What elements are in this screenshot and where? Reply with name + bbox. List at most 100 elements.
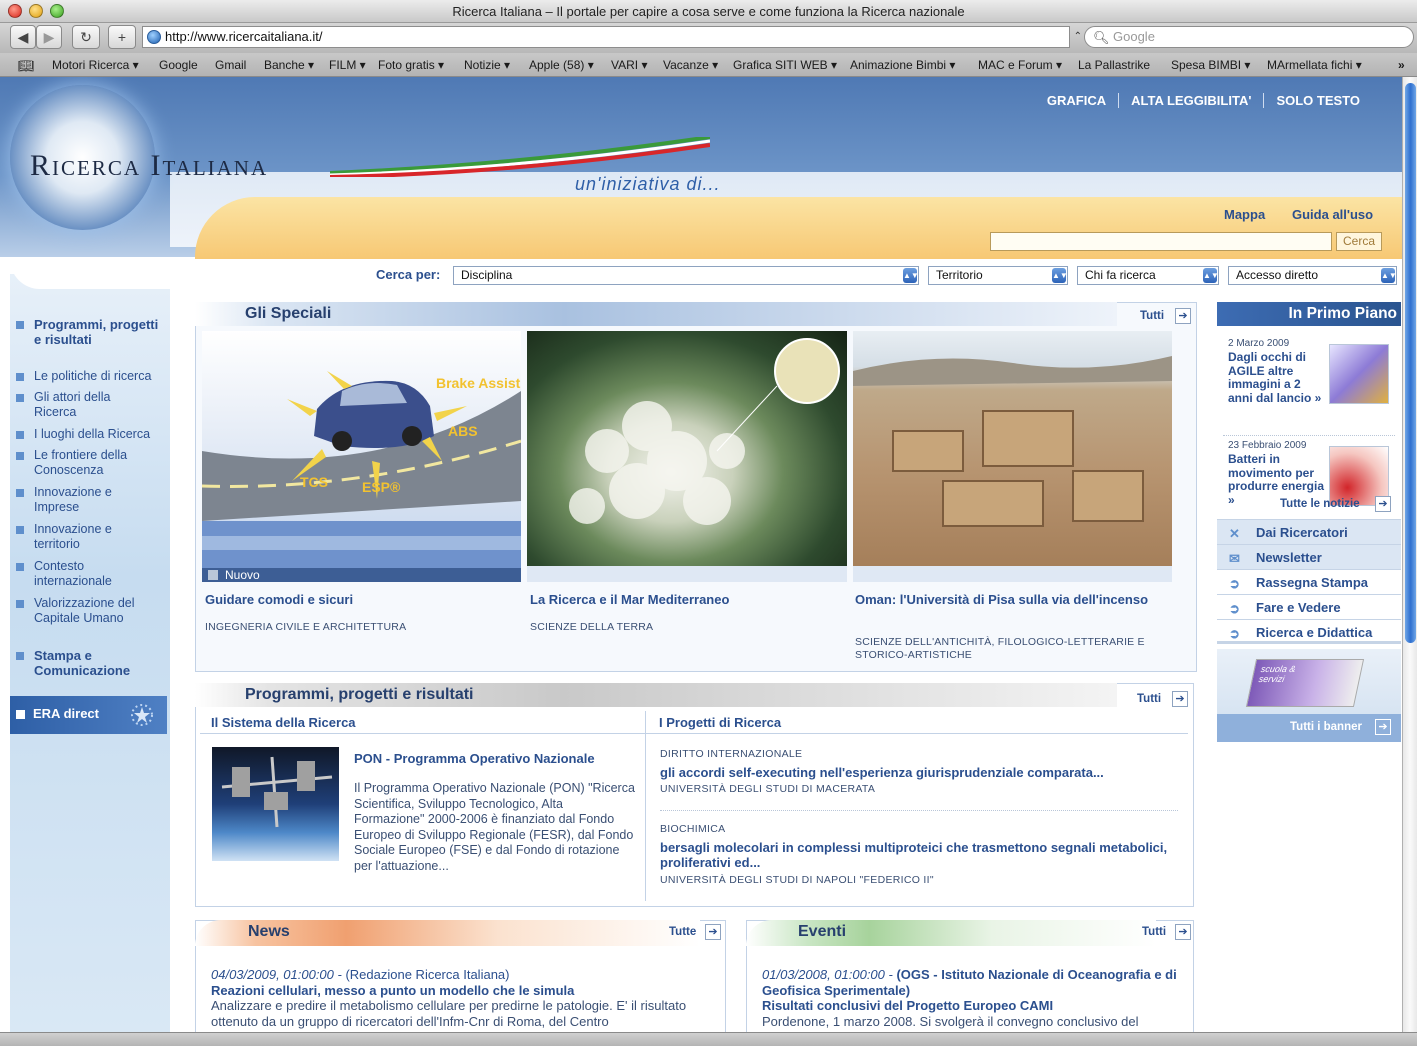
site-logo[interactable]: Ricerca Italiana [30, 149, 268, 183]
ricerca-e-didattica-link[interactable]: ➲ Ricerca e Didattica [1217, 619, 1401, 644]
speciale-category: INGEGNERIA CIVILE E ARCHITETTURA [205, 621, 407, 633]
news-header: News [195, 920, 700, 946]
era-direct-banner[interactable]: ERA direct [10, 696, 167, 734]
disciplina-select[interactable]: Disciplina ▲▼ [453, 266, 919, 285]
site-search-input[interactable] [990, 232, 1332, 251]
pon-image[interactable] [212, 747, 339, 861]
bookmark-item[interactable]: FILM ▾ [329, 58, 366, 72]
news-tutte-link[interactable]: Tutte [669, 926, 696, 938]
newsletter-link[interactable]: ✉ Newsletter [1217, 544, 1401, 569]
speciale-title-link[interactable]: Guidare comodi e sicuri [205, 592, 515, 607]
solo-testo-link[interactable]: SOLO TESTO [1263, 93, 1372, 108]
book-icon[interactable]: 📖︎ [18, 58, 35, 74]
sidebar-item-label: Programmi, progetti e risultati [34, 317, 159, 347]
speciali-tutti-link[interactable]: Tutti [1140, 310, 1164, 322]
tutti-i-banner-link[interactable]: Tutti i banner [1290, 721, 1362, 733]
bullet-icon [16, 600, 24, 608]
bookmark-item[interactable]: La Pallastrike [1078, 58, 1150, 72]
bookmark-item[interactable]: Animazione Bimbi ▾ [850, 58, 955, 72]
back-button[interactable]: ◀ [10, 25, 36, 49]
arrow-right-icon[interactable]: ➔ [1175, 308, 1191, 324]
sistema-ricerca-heading: Il Sistema della Ricerca [211, 715, 356, 730]
guida-link[interactable]: Guida all'uso [1292, 207, 1373, 222]
news-headline-link[interactable]: Reazioni cellulari, messo a punto un mod… [211, 983, 716, 999]
bookmark-item[interactable]: MAC e Forum ▾ [978, 58, 1062, 72]
bookmark-item[interactable]: Apple (58) ▾ [529, 58, 594, 72]
nuovo-label: Nuovo [225, 568, 260, 582]
arrow-right-icon[interactable]: ➔ [1172, 691, 1188, 707]
chi-fa-ricerca-select[interactable]: Chi fa ricerca ▲▼ [1077, 266, 1219, 285]
url-bar[interactable]: http://www.ricercaitaliana.it/ ⌃ [142, 26, 1082, 48]
link-label: Fare e Vedere [1256, 600, 1341, 615]
mappa-link[interactable]: Mappa [1224, 207, 1265, 222]
bookmark-item[interactable]: Foto gratis ▾ [378, 58, 444, 72]
speciali-title: Gli Speciali [245, 305, 332, 322]
google-search-placeholder: Google [1113, 29, 1155, 44]
programmi-tutti-link[interactable]: Tutti [1137, 693, 1161, 705]
bullet-icon [16, 321, 24, 329]
evento-headline-link[interactable]: Risultati conclusivi del Progetto Europe… [762, 998, 1182, 1014]
disciplina-value: Disciplina [461, 268, 513, 282]
scrollbar-thumb[interactable] [1405, 83, 1416, 643]
bookmark-item[interactable]: Google [159, 58, 198, 72]
project-title-link[interactable]: bersagli molecolari in complessi multipr… [660, 840, 1180, 870]
news-title-link[interactable]: Dagli occhi di AGILE altre immagini a 2 … [1228, 350, 1328, 405]
dai-ricercatori-link[interactable]: ✕ Dai Ricercatori [1217, 519, 1401, 544]
bookmark-item[interactable]: Banche ▾ [264, 58, 314, 72]
forward-arrow-icon: ▶ [43, 28, 55, 45]
space-station-icon [221, 756, 333, 828]
project-category: BIOCHIMICA [660, 823, 726, 835]
bullet-icon [16, 563, 24, 571]
grafica-link[interactable]: GRAFICA [1035, 93, 1118, 108]
news-source-link[interactable]: (Redazione Ricerca Italiana) [345, 967, 509, 982]
bookmark-item[interactable]: Motori Ricerca ▾ [52, 58, 139, 72]
news-thumbnail[interactable] [1329, 344, 1389, 404]
bullet-icon [16, 710, 25, 719]
bookmark-item[interactable]: VARI ▾ [611, 58, 647, 72]
project-university: UNIVERSITÀ DEGLI STUDI DI MACERATA [660, 783, 876, 795]
more-bookmarks-icon[interactable]: » [1398, 58, 1405, 72]
divider [660, 810, 1178, 811]
speciale-title-link[interactable]: Oman: l'Università di Pisa sulla via del… [855, 592, 1155, 607]
speciale-oman-image[interactable] [853, 331, 1172, 566]
territorio-select[interactable]: Territorio ▲▼ [928, 266, 1068, 285]
accesso-diretto-select[interactable]: Accesso diretto ▲▼ [1228, 266, 1397, 285]
eventi-tutti-link[interactable]: Tutti [1142, 926, 1166, 938]
google-search-field[interactable]: 🔍︎ Google [1084, 26, 1414, 48]
vertical-scrollbar[interactable] [1402, 77, 1417, 1032]
pon-title-link[interactable]: PON - Programma Operativo Nazionale [354, 751, 595, 766]
forward-button[interactable]: ▶ [36, 25, 62, 49]
bookmark-item[interactable]: MArmellata fichi ▾ [1267, 58, 1362, 72]
rassegna-stampa-link[interactable]: ➲ Rassegna Stampa [1217, 569, 1401, 594]
bookmark-item[interactable]: Notizie ▾ [464, 58, 510, 72]
speciale-car-image[interactable]: Brake Assist ABS TCS ESP® [202, 331, 521, 568]
bookmark-item[interactable]: Grafica SITI WEB ▾ [733, 58, 837, 72]
scuola-servizi-banner[interactable]: scuola & servizi [1245, 659, 1365, 707]
bullet-icon [16, 652, 24, 660]
arrow-right-icon[interactable]: ➔ [705, 924, 721, 940]
link-label: Newsletter [1256, 550, 1322, 565]
arrow-right-icon[interactable]: ➔ [1175, 924, 1191, 940]
speciale-title-link[interactable]: La Ricerca e il Mar Mediterraneo [530, 592, 840, 607]
bookmark-item[interactable]: Gmail [215, 58, 246, 72]
window-title: Ricerca Italiana – Il portale per capire… [452, 4, 965, 19]
globe-icon [147, 30, 161, 44]
tagline: un'iniziativa di... [575, 174, 721, 194]
arrow-right-icon[interactable]: ➔ [1375, 719, 1391, 735]
bookmark-item[interactable]: Spesa BIMBI ▾ [1171, 58, 1250, 72]
car-illustration-icon [202, 371, 521, 568]
tutte-le-notizie-link[interactable]: Tutte le notizie [1280, 498, 1360, 510]
cerca-per-label: Cerca per: [376, 267, 441, 282]
alta-leggibilita-link[interactable]: ALTA LEGGIBILITA' [1118, 93, 1263, 108]
fare-e-vedere-link[interactable]: ➲ Fare e Vedere [1217, 594, 1401, 619]
browser-toolbar: ◀ ▶ ↻ + http://www.ricercaitaliana.it/ ⌃… [0, 23, 1417, 53]
reload-button[interactable]: ↻ [72, 25, 100, 49]
add-bookmark-button[interactable]: + [108, 25, 136, 49]
evento-item: 01/03/2008, 01:00:00 - (OGS - Istituto N… [762, 967, 1182, 1029]
cerca-button[interactable]: Cerca [1336, 232, 1382, 251]
bookmark-item[interactable]: Vacanze ▾ [663, 58, 718, 72]
arrow-right-icon[interactable]: ➔ [1375, 496, 1391, 512]
speciale-coral-image[interactable] [527, 331, 847, 566]
divider [200, 733, 1188, 734]
project-title-link[interactable]: gli accordi self-executing nell'esperien… [660, 765, 1180, 780]
